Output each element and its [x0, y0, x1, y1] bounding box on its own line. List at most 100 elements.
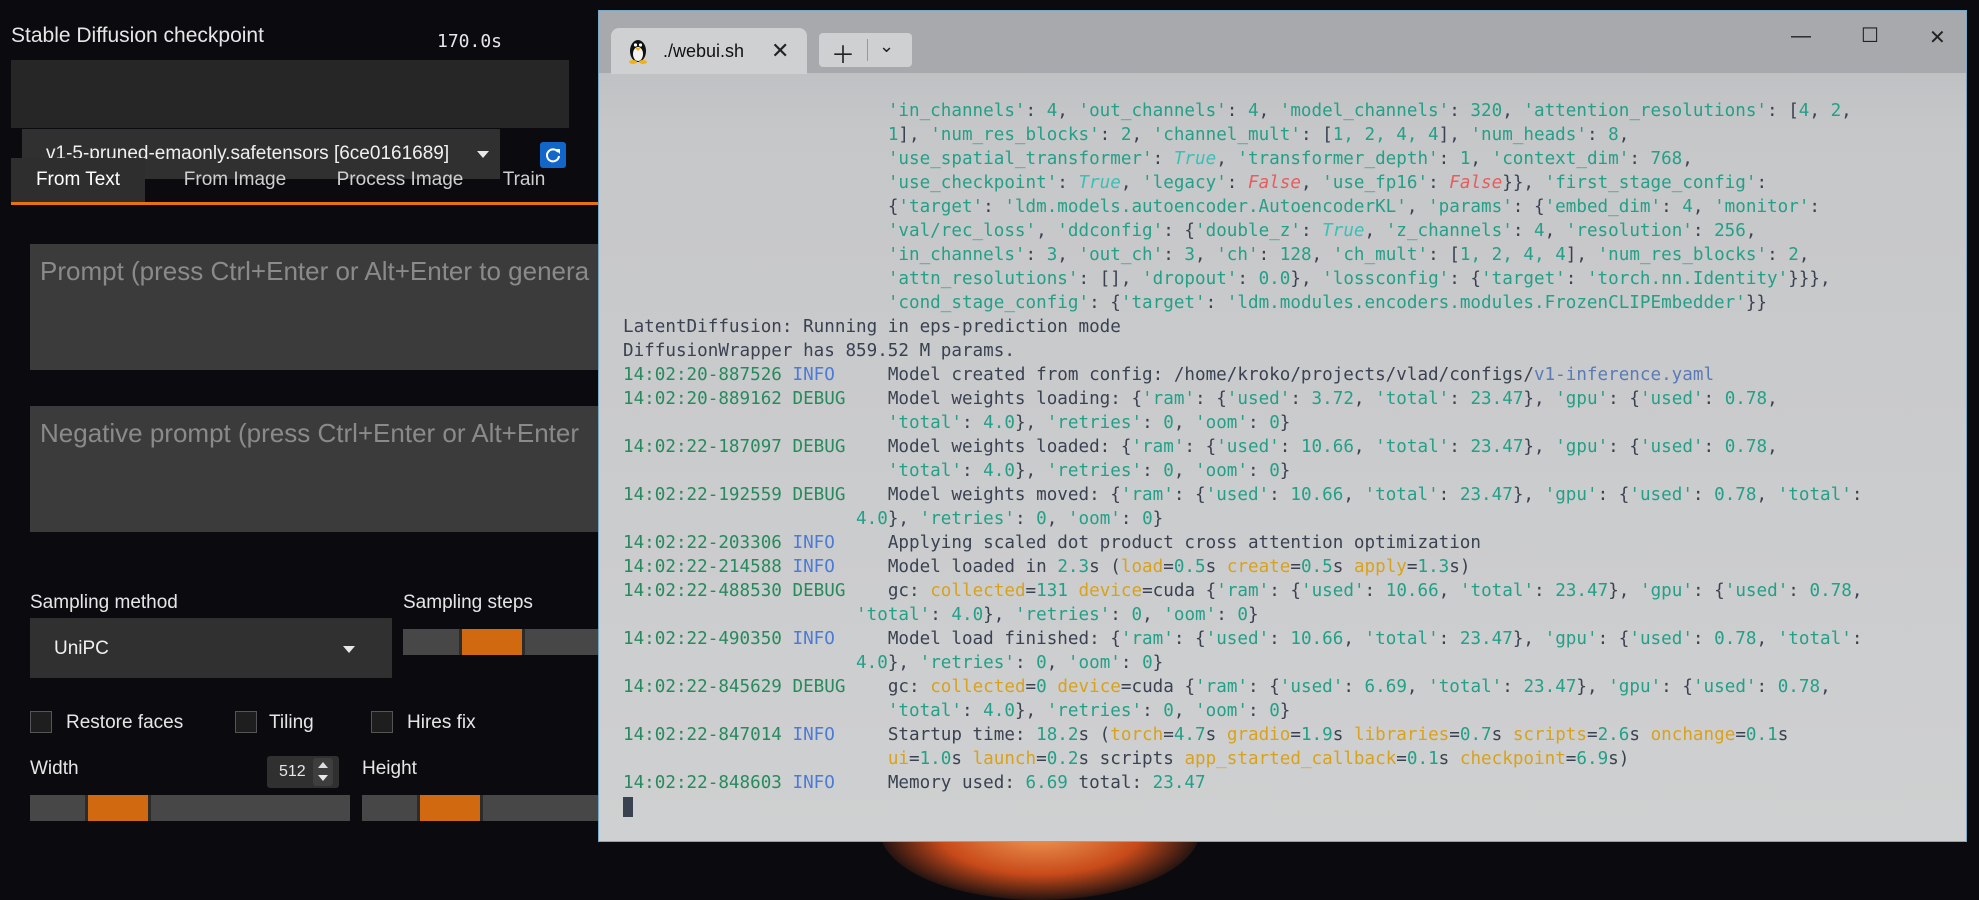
tab-train[interactable]: Train — [489, 158, 559, 202]
tab-dropdown-icon[interactable]: ⌄ — [879, 36, 894, 57]
terminal-text: 'ch' — [1216, 245, 1259, 265]
close-tab-icon[interactable]: ✕ — [771, 38, 789, 64]
maximize-icon[interactable]: ☐ — [1861, 23, 1879, 48]
terminal-line: 1], 'num_res_blocks': 2, 'channel_mult':… — [623, 123, 1953, 147]
terminal-text: 3 — [1046, 245, 1058, 265]
terminal-text: : — [1142, 701, 1164, 721]
checkpoint-panel: v1-5-pruned-emaonly.safetensors [6ce0161… — [11, 60, 569, 179]
terminal-text: Startup time: — [834, 725, 1037, 745]
terminal-text: , — [1841, 101, 1852, 121]
sampling-steps-slider[interactable] — [403, 629, 598, 655]
terminal-line: 'total': 4.0}, 'retries': 0, 'oom': 0} — [623, 411, 1953, 435]
width-number-input[interactable]: 512 — [267, 756, 339, 788]
terminal-text: 0 — [1163, 461, 1174, 481]
chevron-down-icon — [477, 151, 489, 158]
height-slider[interactable] — [362, 795, 598, 821]
terminal-text: , — [1046, 653, 1068, 673]
terminal-tab[interactable]: ./webui.sh ✕ — [611, 28, 807, 74]
terminal-text: : — [1110, 605, 1132, 625]
negative-prompt-box — [30, 406, 600, 532]
terminal-text: : — [1269, 485, 1291, 505]
hires-fix-checkbox[interactable] — [371, 711, 393, 733]
terminal-text: 'params' — [1428, 197, 1513, 217]
terminal-output[interactable]: 'in_channels': 4, 'out_channels': 4, 'mo… — [623, 99, 1953, 819]
terminal-text: INFO — [792, 629, 835, 649]
terminal-text: : { — [1089, 293, 1121, 313]
terminal-text: = — [1025, 677, 1037, 697]
terminal-text: 0.7 — [1459, 725, 1492, 745]
terminal-text: 'used' — [1629, 629, 1693, 649]
tiling-checkbox[interactable] — [235, 711, 257, 733]
terminal-text: 2.3 — [1057, 557, 1090, 577]
terminal-text: device — [1057, 677, 1121, 697]
sampling-method-dropdown[interactable]: UniPC — [30, 618, 392, 678]
tab-process-image[interactable]: Process Image — [319, 158, 481, 202]
terminal-text: False — [1449, 173, 1503, 193]
terminal-line: 14:02:22-845629 DEBUG gc: collected=0 de… — [623, 675, 1953, 699]
terminal-text: s — [1205, 557, 1227, 577]
terminal-text: , — [1173, 461, 1196, 481]
terminal-text: Model loaded in — [834, 557, 1058, 577]
terminal-text: 1 — [887, 125, 899, 145]
terminal-text: load — [1120, 557, 1164, 577]
terminal-text: 14:02:20-889162 — [623, 389, 793, 409]
new-tab-button[interactable]: ＋ — [831, 35, 855, 70]
terminal-text: 0 — [1163, 413, 1174, 433]
terminal-text: = — [909, 749, 920, 769]
terminal-text: } — [1279, 413, 1291, 433]
terminal-text: 1.0 — [919, 749, 952, 769]
terminal-line: 14:02:22-203306 INFO Applying scaled dot… — [623, 531, 1953, 555]
terminal-text: : { — [1608, 437, 1640, 457]
terminal-text: 'use_checkpoint' — [887, 173, 1058, 193]
terminal-text: : — [1120, 653, 1143, 673]
minimize-icon[interactable]: — — [1791, 25, 1811, 48]
terminal-text: 'used' — [1724, 581, 1789, 601]
terminal-text: : — [1014, 509, 1037, 529]
tab-from-text[interactable]: From Text — [11, 158, 145, 202]
slider-thumb[interactable] — [420, 795, 480, 821]
terminal-text: 'retries' — [919, 509, 1015, 529]
terminal-line: LatentDiffusion: Running in eps-predicti… — [623, 315, 1953, 339]
terminal-text: 14:02:22-187097 — [623, 437, 793, 457]
terminal-window: ./webui.sh ✕ ＋ ⌄ — ☐ ✕ 'in_channels': 4,… — [598, 10, 1967, 842]
terminal-text: , — [1618, 125, 1630, 145]
terminal-text: }, — [1512, 485, 1545, 505]
terminal-text: 0 — [1036, 509, 1047, 529]
terminal-text: 0.78 — [1724, 389, 1768, 409]
negative-prompt-input[interactable] — [30, 406, 600, 532]
terminal-titlebar[interactable]: ./webui.sh ✕ ＋ ⌄ — ☐ ✕ — [599, 11, 1966, 74]
terminal-line: 'in_channels': 4, 'out_channels': 4, 'mo… — [623, 99, 1953, 123]
width-slider[interactable] — [30, 795, 350, 821]
prompt-input[interactable] — [30, 244, 600, 370]
tab-from-image[interactable]: From Image — [159, 158, 311, 202]
slider-divider — [148, 795, 151, 821]
slider-thumb[interactable] — [88, 795, 148, 821]
terminal-text: 1.3 — [1417, 557, 1450, 577]
terminal-line: 'use_checkpoint': True, 'legacy': False,… — [623, 171, 1953, 195]
text-cursor — [623, 797, 633, 817]
terminal-text: 'num_res_blocks' — [930, 125, 1100, 145]
terminal-text: , — [1258, 101, 1280, 121]
terminal-text: 'embed_dim' — [1544, 197, 1662, 217]
terminal-text: gc: — [845, 677, 931, 697]
terminal-text: }, — [1014, 701, 1047, 721]
terminal-text: : — [1364, 581, 1386, 601]
width-spinner[interactable] — [313, 758, 333, 786]
terminal-text: 'ram' — [1120, 629, 1174, 649]
terminal-text: , — [1046, 509, 1068, 529]
checkpoint-label: Stable Diffusion checkpoint — [11, 24, 264, 47]
terminal-text: 'total' — [1777, 629, 1852, 649]
slider-thumb[interactable] — [462, 629, 522, 655]
terminal-line: 14:02:20-889162 DEBUG Model weights load… — [623, 387, 1953, 411]
terminal-text: total: — [1067, 773, 1153, 793]
terminal-text: 'used' — [1205, 629, 1270, 649]
restore-faces-checkbox[interactable] — [30, 711, 52, 733]
close-window-icon[interactable]: ✕ — [1929, 25, 1946, 50]
terminal-text: : — [1851, 485, 1863, 505]
terminal-text: : — [961, 701, 984, 721]
